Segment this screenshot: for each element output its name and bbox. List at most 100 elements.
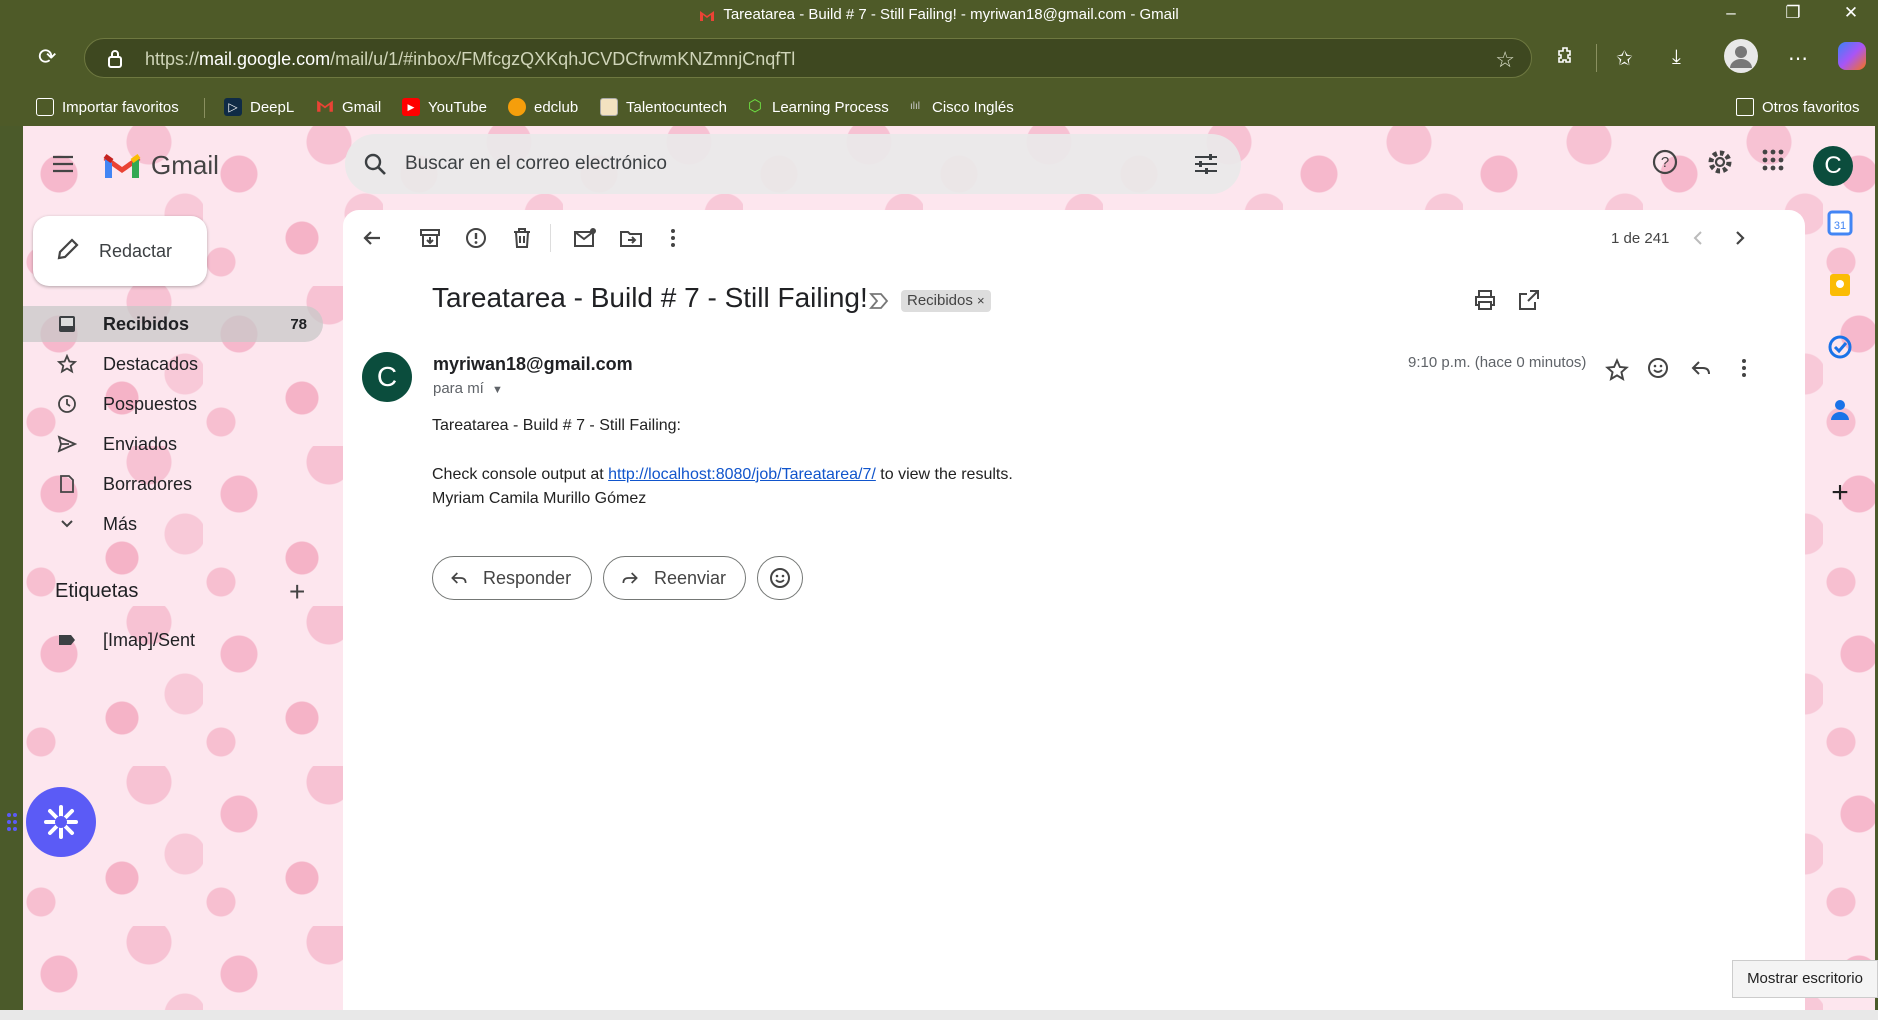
more-menu-icon[interactable]: ⋯ bbox=[1788, 46, 1808, 71]
side-panel: 31 + bbox=[1805, 210, 1875, 1010]
close-window-button[interactable]: ✕ bbox=[1828, 0, 1874, 28]
account-avatar[interactable]: C bbox=[1813, 146, 1853, 186]
newer-chevron-icon[interactable] bbox=[1728, 226, 1752, 250]
contacts-icon[interactable] bbox=[1827, 396, 1853, 422]
message-more-icon[interactable] bbox=[1732, 356, 1756, 380]
add-label-icon[interactable]: + bbox=[289, 576, 305, 608]
star-email-icon[interactable] bbox=[1605, 357, 1629, 382]
bookmark-talento[interactable]: Talentocuntech bbox=[600, 94, 727, 120]
sidebar-item-starred[interactable]: Destacados bbox=[23, 346, 323, 382]
apps-grid-icon[interactable] bbox=[1761, 148, 1785, 177]
toolbar-separator bbox=[550, 224, 551, 252]
labels-heading: Etiquetas bbox=[55, 580, 139, 602]
restore-button[interactable]: ❐ bbox=[1770, 0, 1816, 28]
forward-button[interactable]: Reenviar bbox=[603, 556, 746, 600]
extensions-icon[interactable] bbox=[1556, 46, 1576, 72]
assistant-floating-button[interactable] bbox=[26, 787, 96, 857]
mark-unread-icon[interactable] bbox=[573, 226, 597, 250]
settings-gear-icon[interactable] bbox=[1706, 148, 1734, 181]
sidebar-item-more[interactable]: Más bbox=[23, 506, 323, 542]
help-icon[interactable]: ? bbox=[1651, 148, 1679, 181]
cisco-icon: ılıl bbox=[910, 101, 920, 112]
sidebar-item-label: Destacados bbox=[103, 354, 199, 374]
label-chip-text: Recibidos bbox=[907, 292, 973, 309]
emoji-reply-button[interactable] bbox=[757, 556, 803, 600]
search-bar[interactable] bbox=[345, 134, 1241, 194]
archive-icon[interactable] bbox=[418, 226, 442, 250]
bookmark-import[interactable]: Importar favoritos bbox=[36, 94, 179, 120]
search-input[interactable] bbox=[405, 148, 1145, 180]
email-view: 1 de 241 Tareatarea - Build # 7 - Still … bbox=[343, 210, 1805, 1010]
label-chip[interactable]: Recibidos × bbox=[901, 290, 991, 312]
move-to-folder-icon[interactable] bbox=[619, 226, 643, 250]
favorites-icon[interactable]: ✩ bbox=[1616, 46, 1633, 71]
main-menu-icon[interactable] bbox=[51, 154, 75, 179]
body-line-2: Check console output at http://localhost… bbox=[432, 466, 1013, 484]
sidebar-item-label: [Imap]/Sent bbox=[103, 630, 196, 650]
minimize-button[interactable]: – bbox=[1708, 0, 1754, 28]
downloads-icon[interactable]: ⤓ bbox=[1672, 46, 1681, 69]
edclub-icon bbox=[508, 98, 526, 116]
draft-icon bbox=[57, 474, 77, 494]
bookmark-cisco[interactable]: ılıl Cisco Inglés bbox=[906, 94, 1014, 120]
profile-avatar[interactable] bbox=[1724, 39, 1758, 73]
copilot-icon[interactable] bbox=[1838, 42, 1866, 70]
importance-marker-icon[interactable] bbox=[869, 292, 889, 315]
gmail-logo[interactable]: Gmail bbox=[103, 150, 219, 181]
youtube-icon: ▶ bbox=[402, 98, 420, 116]
reply-button[interactable]: Responder bbox=[432, 556, 592, 600]
bookmark-edclub[interactable]: edclub bbox=[508, 94, 578, 120]
reply-arrow-icon[interactable] bbox=[1689, 356, 1713, 380]
search-options-icon[interactable] bbox=[1193, 152, 1219, 181]
sender-email[interactable]: myriwan18@gmail.com bbox=[433, 354, 633, 375]
talento-icon bbox=[600, 98, 618, 116]
sidebar-item-drafts[interactable]: Borradores bbox=[23, 466, 323, 502]
sender-avatar[interactable]: C bbox=[362, 352, 412, 402]
calendar-icon[interactable]: 31 bbox=[1827, 210, 1853, 236]
search-icon[interactable] bbox=[363, 152, 387, 181]
open-new-window-icon[interactable] bbox=[1517, 288, 1541, 312]
sparkle-icon bbox=[44, 805, 78, 839]
report-spam-icon[interactable] bbox=[464, 226, 488, 250]
more-options-icon[interactable] bbox=[661, 226, 685, 250]
back-arrow-icon[interactable] bbox=[360, 226, 384, 250]
sidebar-item-inbox[interactable]: Recibidos 78 bbox=[23, 306, 323, 342]
bookmarks-bar: Importar favoritos ▷ DeepL Gmail ▶ YouTube… bbox=[0, 88, 1878, 126]
sidebar-item-sent[interactable]: Enviados bbox=[23, 426, 323, 462]
print-icon[interactable] bbox=[1473, 288, 1497, 312]
lock-icon[interactable] bbox=[107, 49, 123, 74]
compose-label: Redactar bbox=[99, 240, 173, 261]
bookmark-deepl[interactable]: ▷ DeepL bbox=[224, 94, 294, 120]
emoji-react-icon[interactable] bbox=[1646, 356, 1670, 380]
body-line-3: Myriam Camila Murillo Gómez bbox=[432, 490, 647, 507]
bookmark-label: DeepL bbox=[250, 98, 295, 116]
sidebar-label-imap-sent[interactable]: [Imap]/Sent bbox=[23, 622, 323, 658]
tasks-icon[interactable] bbox=[1827, 334, 1853, 360]
reload-icon[interactable]: ⟳ bbox=[38, 44, 56, 70]
add-addon-icon[interactable]: + bbox=[1827, 478, 1853, 508]
recipient-details-chevron-icon[interactable]: ▼ bbox=[492, 384, 503, 396]
older-chevron-icon[interactable] bbox=[1686, 226, 1710, 250]
bookmark-youtube[interactable]: ▶ YouTube bbox=[402, 94, 487, 120]
delete-trash-icon[interactable] bbox=[510, 226, 534, 250]
clock-icon bbox=[57, 394, 77, 414]
address-row: ⟳ https://mail.google.com/mail/u/1/#inbo… bbox=[0, 30, 1878, 88]
bookmark-learning[interactable]: ⬡ Learning Process bbox=[746, 94, 889, 120]
favorite-star-icon[interactable]: ☆ bbox=[1495, 47, 1515, 73]
recipient-line[interactable]: para mí ▼ bbox=[433, 380, 503, 397]
recipient-text: para mí bbox=[433, 380, 484, 397]
gmail-brand: Gmail bbox=[151, 150, 219, 180]
keep-icon[interactable] bbox=[1827, 272, 1853, 298]
remove-label-icon[interactable]: × bbox=[977, 293, 985, 308]
drag-handle-icon[interactable] bbox=[6, 812, 18, 837]
star-icon bbox=[56, 353, 78, 374]
svg-text:?: ? bbox=[1661, 154, 1669, 171]
import-icon bbox=[36, 98, 54, 116]
console-link[interactable]: http://localhost:8080/job/Tareatarea/7/ bbox=[608, 466, 876, 483]
address-bar[interactable]: https://mail.google.com/mail/u/1/#inbox/… bbox=[84, 38, 1532, 78]
bookmark-other-folder[interactable]: Otros favoritos bbox=[1736, 94, 1860, 120]
compose-button[interactable]: Redactar bbox=[33, 216, 207, 286]
url-text[interactable]: https://mail.google.com/mail/u/1/#inbox/… bbox=[145, 49, 795, 70]
bookmark-gmail[interactable]: Gmail bbox=[316, 94, 381, 120]
sidebar-item-snoozed[interactable]: Pospuestos bbox=[23, 386, 323, 422]
